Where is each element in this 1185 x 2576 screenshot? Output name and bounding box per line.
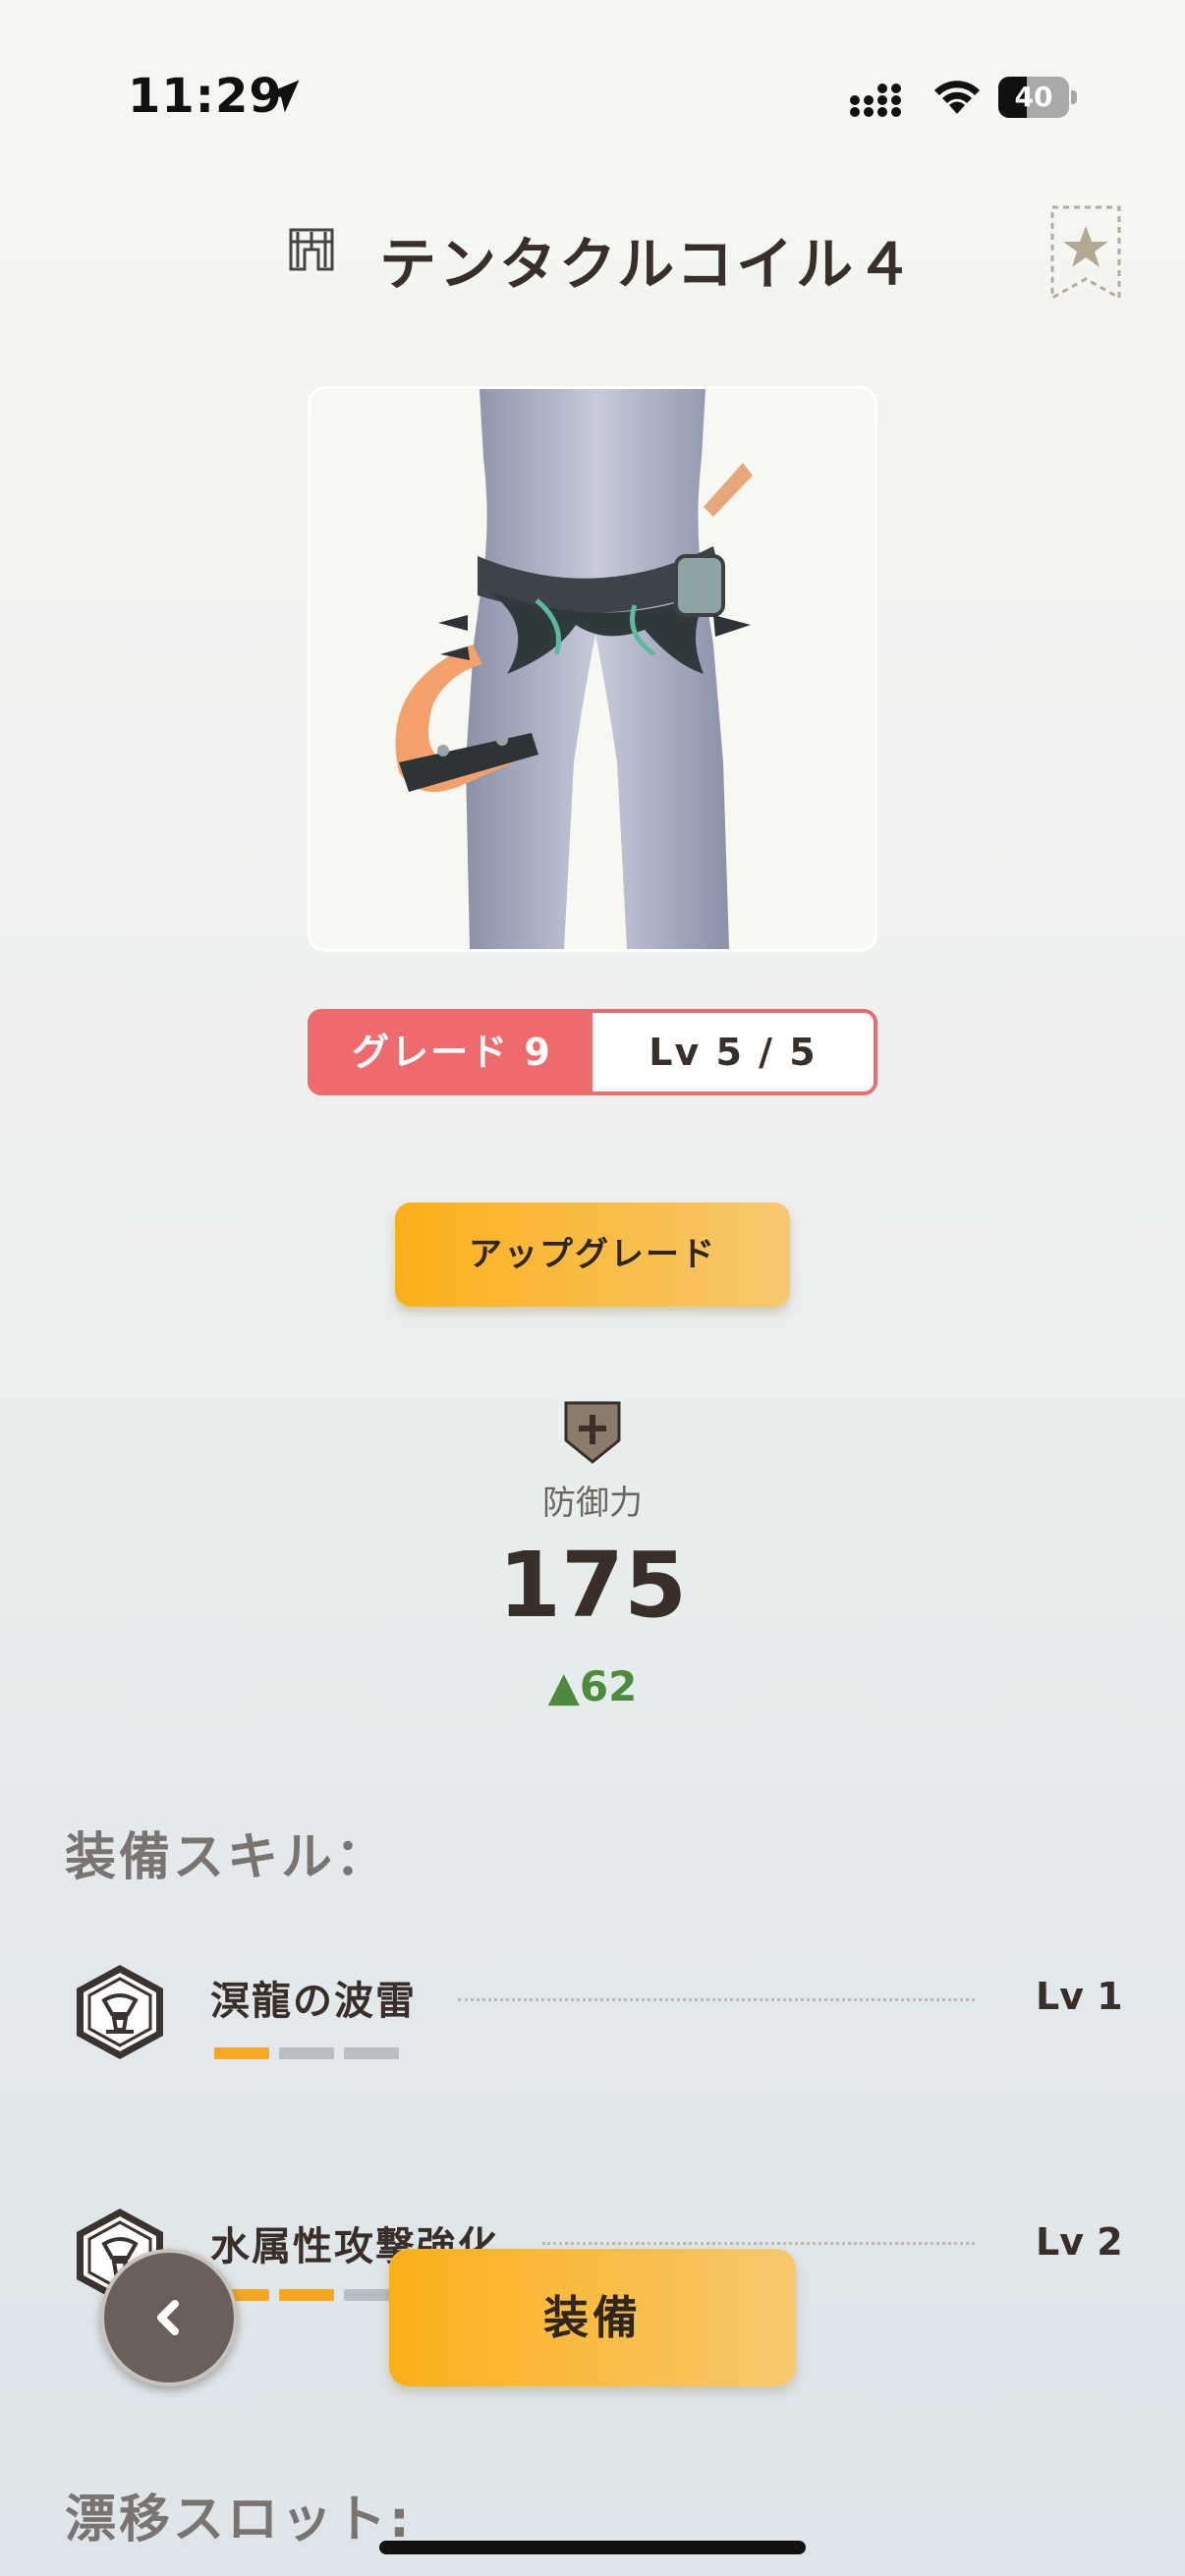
skill-name: 溟龍の波雷 xyxy=(210,1979,417,2024)
skill-leader-line xyxy=(542,2242,975,2245)
armor-render-image xyxy=(395,389,753,949)
skill-level-bar xyxy=(214,2047,509,2061)
upgrade-button[interactable]: アップグレード xyxy=(395,1203,790,1307)
skill-leader-line xyxy=(458,1998,975,2001)
status-time: 11:29 xyxy=(128,69,283,124)
skill-level-segment xyxy=(279,2289,334,2301)
back-button[interactable] xyxy=(100,2249,238,2386)
item-preview xyxy=(308,386,877,952)
location-arrow-icon xyxy=(266,80,300,113)
grade-level-badge: グレード 9 Lv 5 / 5 xyxy=(308,1009,877,1095)
chevron-left-icon xyxy=(157,2300,179,2335)
skills-section-title: 装備スキル： xyxy=(65,1828,390,1887)
defense-label: 防御力 xyxy=(542,1484,643,1523)
skill-level-segment xyxy=(279,2047,334,2059)
wifi-icon xyxy=(934,81,980,114)
home-indicator[interactable] xyxy=(379,2541,806,2554)
shield-icon xyxy=(564,1401,621,1464)
grade-label: グレード 9 xyxy=(311,1013,592,1092)
equip-button[interactable]: 装備 xyxy=(389,2249,796,2386)
slots-section-title: 漂移スロット: xyxy=(65,2491,413,2549)
star-bookmark-icon[interactable] xyxy=(1049,204,1122,301)
skill-hex-icon xyxy=(77,1965,163,2059)
skill-row[interactable]: 溟龍の波雷 Lv 1 xyxy=(0,1961,1185,2089)
battery-percent: 40 xyxy=(1014,81,1053,113)
defense-delta: ▲62 xyxy=(547,1662,638,1710)
item-title: テンタクルコイル４ xyxy=(379,231,917,298)
signal-icon xyxy=(850,84,901,117)
defense-value: 175 xyxy=(497,1533,688,1638)
skill-level-segment xyxy=(214,2047,269,2059)
level-label: Lv 5 / 5 xyxy=(592,1013,874,1092)
skill-level-segment xyxy=(344,2047,399,2059)
skill-level: Lv 2 xyxy=(1036,2220,1123,2264)
skill-level: Lv 1 xyxy=(1036,1975,1123,2018)
waist-armor-icon xyxy=(289,228,334,271)
battery-indicator: 40 xyxy=(998,77,1077,118)
